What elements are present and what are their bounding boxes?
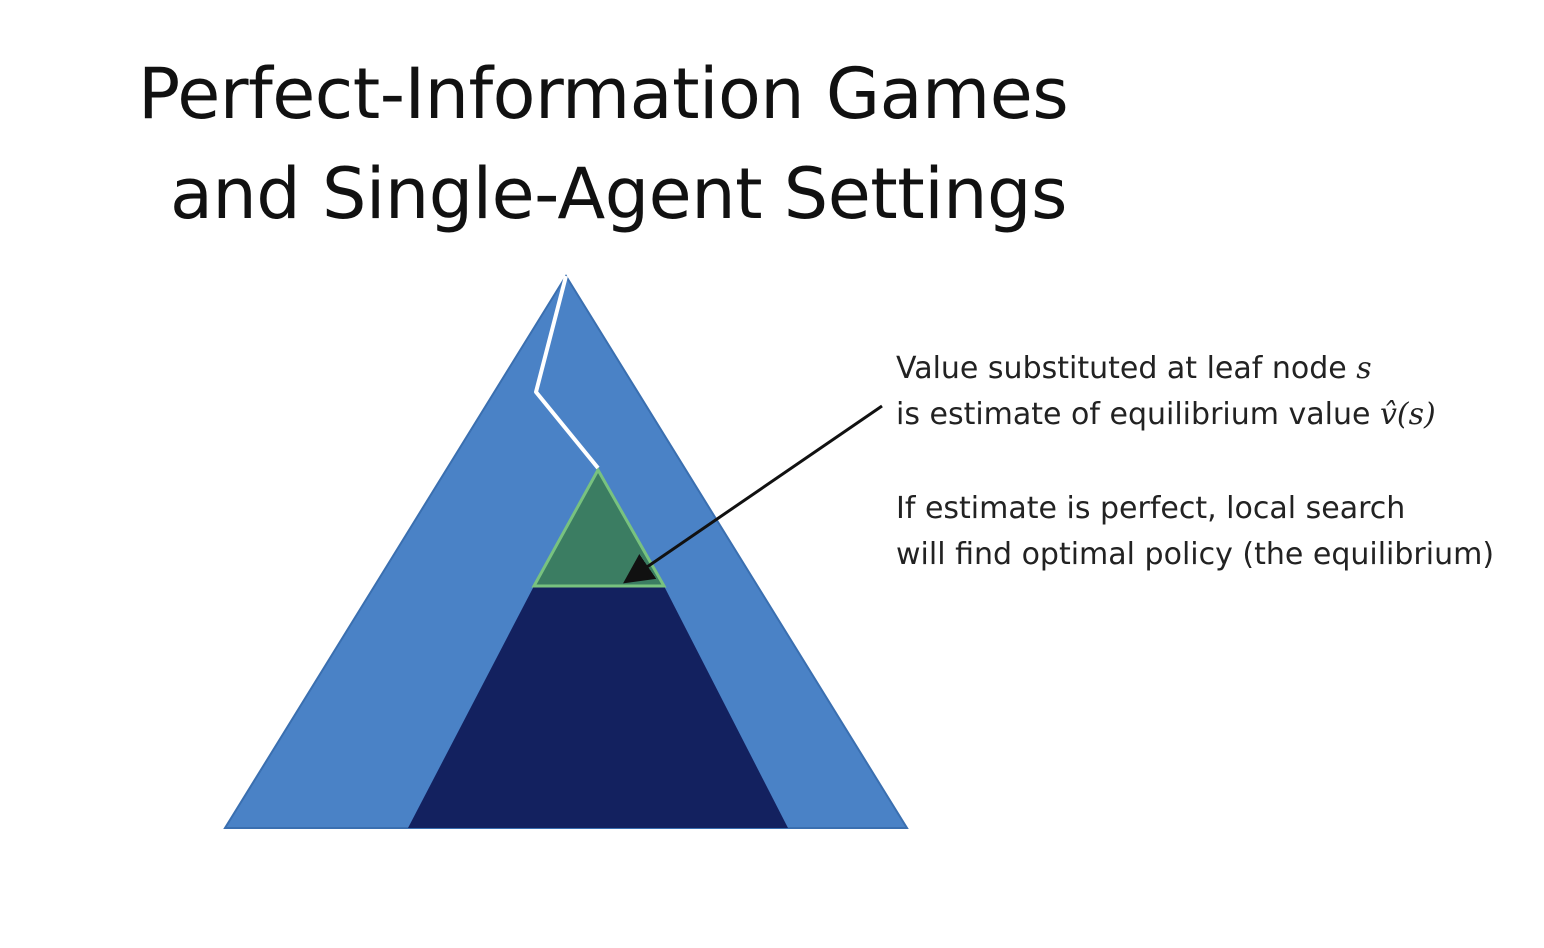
leaf-node-symbol: s — [1356, 351, 1372, 386]
leaf-value-text-2: is estimate of equilibrium value — [896, 397, 1380, 432]
leaf-value-annotation-line-2: is estimate of equilibrium value v̂(s) — [896, 392, 1436, 438]
value-estimate-symbol: v̂(s) — [1379, 397, 1436, 432]
leaf-value-text-1: Value substituted at leaf node — [896, 351, 1357, 386]
local-search-annotation-line-1: If estimate is perfect, local search — [896, 491, 1406, 526]
local-search-annotation-line-2: will find optimal policy (the equilibriu… — [896, 537, 1495, 572]
leaf-value-annotation: Value substituted at leaf node s is esti… — [896, 346, 1436, 438]
slide: Perfect-Information Games and Single-Age… — [0, 0, 1544, 948]
local-search-annotation: If estimate is perfect, local search wil… — [896, 486, 1494, 578]
game-tree-diagram — [223, 274, 909, 829]
leaf-value-annotation-line-1: Value substituted at leaf node s — [896, 346, 1436, 392]
